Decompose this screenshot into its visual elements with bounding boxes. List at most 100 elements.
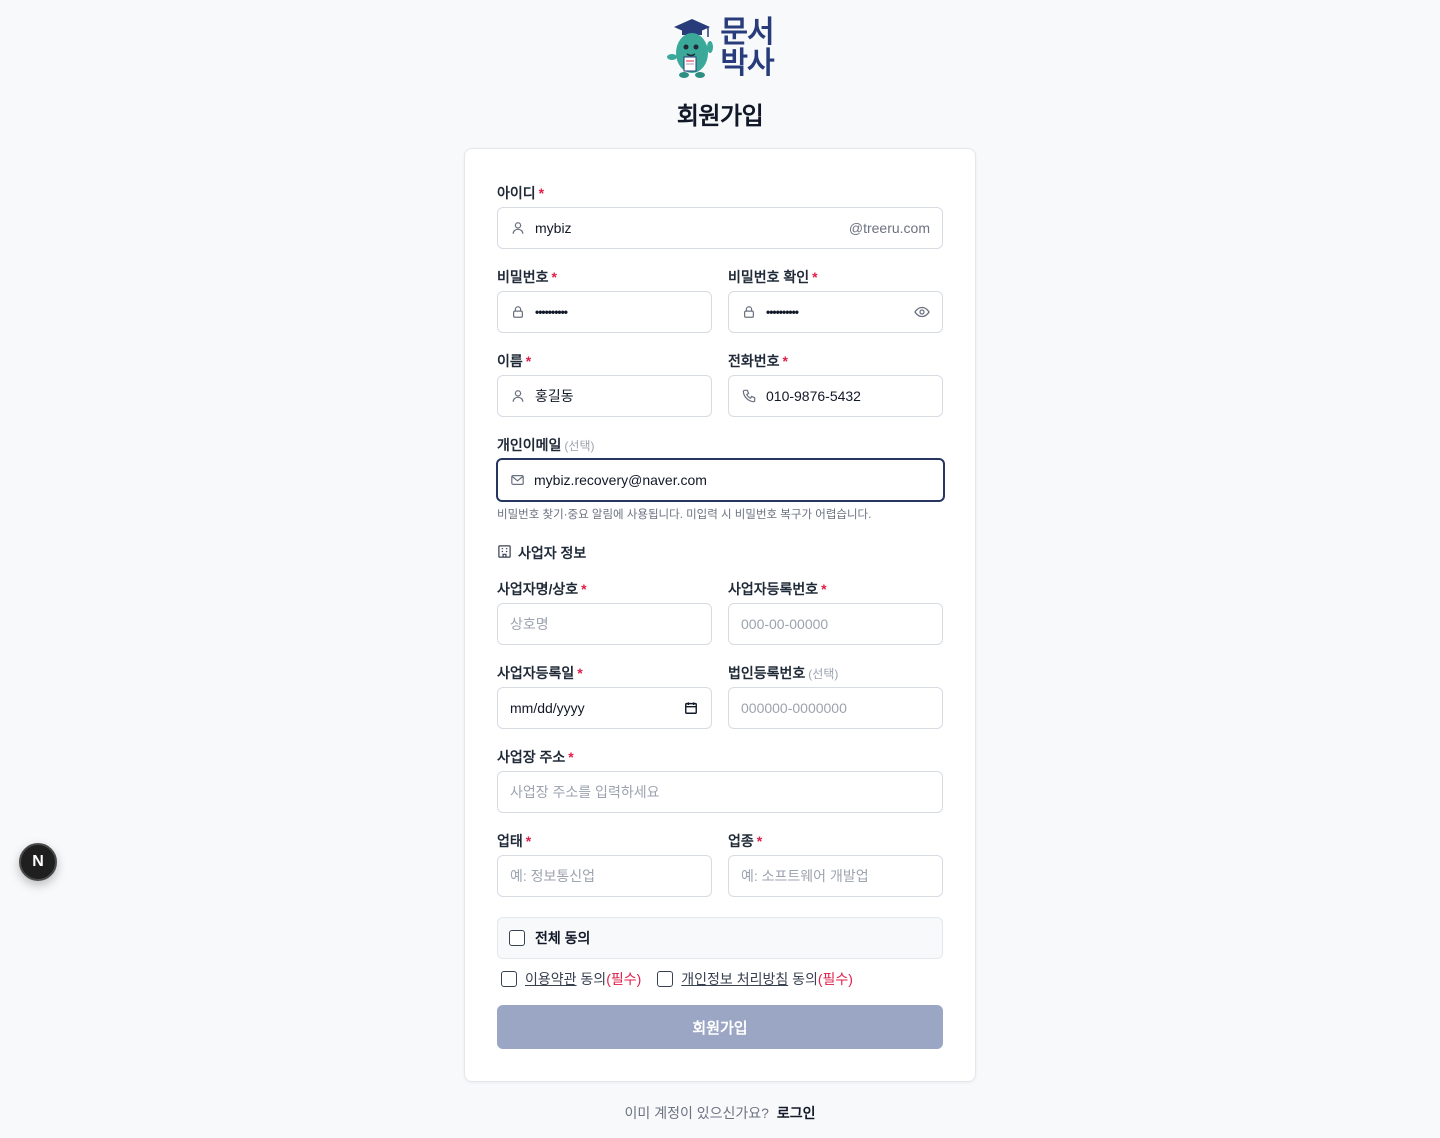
biz-number-label: 사업자등록번호 * bbox=[728, 579, 827, 599]
required-mark: * bbox=[538, 185, 545, 201]
biz-name-field[interactable]: 상호명 bbox=[497, 603, 712, 645]
privacy-agree-word: 동의 bbox=[792, 971, 818, 987]
mail-icon bbox=[509, 472, 525, 488]
name-label-text: 이름 bbox=[497, 353, 523, 369]
terms-link[interactable]: 이용약관 bbox=[525, 971, 577, 987]
name-label: 이름 * bbox=[497, 351, 531, 371]
dev-tools-badge[interactable]: N bbox=[19, 843, 57, 881]
phone-label: 전화번호 * bbox=[728, 351, 788, 371]
required-mark: * bbox=[551, 269, 557, 285]
biz-item-label-text: 업종 bbox=[728, 833, 754, 849]
page-title: 회원가입 bbox=[676, 103, 764, 130]
biz-type-label-text: 업태 bbox=[497, 833, 523, 849]
phone-label-text: 전화번호 bbox=[728, 353, 780, 369]
biz-date-label-text: 사업자등록일 bbox=[497, 665, 575, 681]
mascot-icon bbox=[667, 19, 714, 78]
biz-name-label-text: 사업자명/상호 bbox=[497, 581, 579, 597]
agree-all-checkbox[interactable] bbox=[509, 930, 525, 946]
name-value: 홍길동 bbox=[535, 388, 574, 404]
signup-submit-button[interactable]: 회원가입 bbox=[497, 1005, 943, 1049]
login-link[interactable]: 로그인 bbox=[777, 1105, 816, 1121]
calendar-icon[interactable] bbox=[683, 700, 699, 716]
required-mark: * bbox=[812, 269, 818, 285]
business-section-title: 사업자 정보 bbox=[518, 545, 587, 561]
privacy-required-tag: (필수) bbox=[817, 971, 853, 987]
name-field[interactable]: 홍길동 bbox=[497, 375, 712, 417]
optional-tag: (선택) bbox=[808, 667, 839, 681]
password-confirm-value: •••••••••• bbox=[766, 305, 799, 319]
password-field[interactable]: •••••••••• bbox=[497, 291, 712, 333]
eye-icon[interactable] bbox=[914, 304, 930, 320]
password-value: •••••••••• bbox=[535, 305, 568, 319]
building-icon bbox=[497, 544, 512, 562]
id-domain-suffix: @treeru.com bbox=[848, 220, 930, 236]
id-field[interactable]: mybiz @treeru.com bbox=[497, 207, 943, 249]
biz-name-placeholder: 상호명 bbox=[510, 616, 549, 632]
biz-number-label-text: 사업자등록번호 bbox=[728, 581, 819, 597]
corp-number-placeholder: 000000-0000000 bbox=[741, 700, 847, 716]
email-label-text: 개인이메일 bbox=[497, 437, 562, 453]
biz-item-label: 업종 * bbox=[728, 831, 762, 851]
biz-type-placeholder: 예: 정보통신업 bbox=[510, 868, 596, 884]
brand-name: 문서 박사 bbox=[720, 16, 774, 80]
phone-icon bbox=[741, 388, 757, 404]
terms-agree-word: 동의 bbox=[580, 971, 607, 987]
biz-type-label: 업태 * bbox=[497, 831, 531, 851]
required-mark: * bbox=[577, 665, 583, 681]
email-field[interactable]: mybiz.recovery@naver.com bbox=[496, 458, 945, 502]
corp-number-label: 법인등록번호 (선택) bbox=[728, 663, 838, 683]
biz-item-placeholder: 예: 소프트웨어 개발업 bbox=[741, 868, 869, 884]
required-mark: * bbox=[756, 833, 763, 849]
privacy-checkbox[interactable] bbox=[657, 971, 674, 987]
password-confirm-label-text: 비밀번호 확인 bbox=[728, 269, 810, 285]
header: 문서 박사 회원가입 bbox=[0, 16, 1440, 131]
lock-icon bbox=[510, 304, 526, 320]
corp-number-field[interactable]: 000000-0000000 bbox=[728, 687, 943, 729]
email-value: mybiz.recovery@naver.com bbox=[534, 472, 707, 488]
footer-question: 이미 계정이 있으신가요? bbox=[624, 1105, 769, 1121]
id-label-text: 아이디 bbox=[497, 185, 536, 201]
address-placeholder: 사업장 주소를 입력하세요 bbox=[510, 784, 660, 800]
biz-name-label: 사업자명/상호 * bbox=[497, 579, 587, 599]
id-value: mybiz bbox=[535, 220, 572, 236]
phone-value: 010-9876-5432 bbox=[766, 388, 861, 404]
optional-tag: (선택) bbox=[564, 439, 595, 453]
required-mark: * bbox=[525, 833, 532, 849]
business-section-heading: 사업자 정보 bbox=[497, 543, 586, 563]
biz-date-placeholder: mm/dd/yyyy bbox=[510, 700, 585, 716]
required-mark: * bbox=[782, 353, 788, 369]
biz-date-label: 사업자등록일 * bbox=[497, 663, 583, 683]
password-confirm-label: 비밀번호 확인 * bbox=[728, 267, 818, 287]
terms-checkbox[interactable] bbox=[501, 971, 517, 987]
required-mark: * bbox=[568, 749, 574, 765]
brand-line2: 박사 bbox=[720, 47, 774, 80]
required-mark: * bbox=[525, 353, 532, 369]
email-help-text: 비밀번호 찾기·중요 알림에 사용됩니다. 미입력 시 비밀번호 복구가 어렵습… bbox=[497, 509, 872, 521]
footer: 이미 계정이 있으신가요? 로그인 bbox=[0, 1103, 1440, 1123]
address-field[interactable]: 사업장 주소를 입력하세요 bbox=[497, 771, 943, 813]
privacy-link[interactable]: 개인정보 처리방침 bbox=[681, 971, 788, 987]
terms-agreement[interactable]: 이용약관 동의(필수) bbox=[501, 969, 641, 989]
biz-number-field[interactable]: 000-00-00000 bbox=[728, 603, 943, 645]
agreement-row: 이용약관 동의(필수) 개인정보 처리방침 동의(필수) bbox=[501, 969, 869, 989]
password-label: 비밀번호 * bbox=[497, 267, 557, 287]
biz-date-field[interactable]: mm/dd/yyyy bbox=[497, 687, 712, 729]
required-mark: * bbox=[581, 581, 587, 597]
signup-card: 아이디 * mybiz @treeru.com 비밀번호 * •••••••••• … bbox=[464, 148, 976, 1082]
brand-logo[interactable]: 문서 박사 bbox=[666, 16, 775, 80]
biz-number-placeholder: 000-00-00000 bbox=[741, 616, 829, 632]
agree-all-label: 전체 동의 bbox=[535, 930, 591, 946]
privacy-agreement[interactable]: 개인정보 처리방침 동의(필수) bbox=[657, 969, 853, 989]
id-label: 아이디 * bbox=[497, 183, 544, 203]
terms-required-tag: (필수) bbox=[606, 971, 642, 987]
biz-item-field[interactable]: 예: 소프트웨어 개발업 bbox=[728, 855, 943, 897]
address-label: 사업장 주소 * bbox=[497, 747, 574, 767]
user-icon bbox=[510, 388, 526, 404]
biz-type-field[interactable]: 예: 정보통신업 bbox=[497, 855, 712, 897]
corp-number-label-text: 법인등록번호 bbox=[728, 665, 806, 681]
agree-all-box[interactable]: 전체 동의 bbox=[497, 917, 943, 959]
phone-field[interactable]: 010-9876-5432 bbox=[728, 375, 943, 417]
lock-icon bbox=[741, 304, 757, 320]
password-confirm-field[interactable]: •••••••••• bbox=[728, 291, 943, 333]
brand-line1: 문서 bbox=[720, 16, 774, 49]
